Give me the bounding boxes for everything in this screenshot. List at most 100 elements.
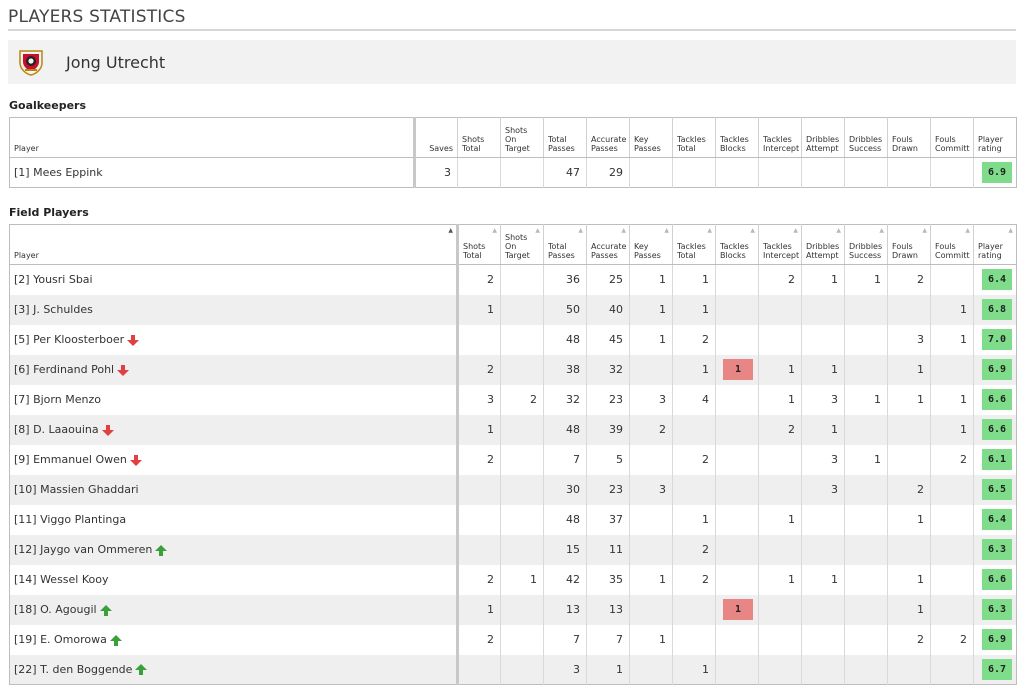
column-header-player-rating[interactable]: Player rating ▲ [973,224,1017,265]
sort-arrow-icon[interactable]: ▲ [664,228,669,234]
stat-cell-key-passes: 1 [629,324,673,355]
stat-cell-tackles-blocks [715,384,759,415]
column-header-dribbles-attempt: Dribbles Attempt [801,117,845,158]
column-header-fouls-committ[interactable]: Fouls Committ ▲ [930,224,974,265]
player-rating-cell: 6.6 [973,564,1017,595]
column-header-key-passes[interactable]: Key Passes ▲ [629,224,673,265]
player-name-link[interactable]: [7] Bjorn Menzo [14,393,101,406]
table-row: [18] O. Agougil 1 13 13 1 1 6.3 [9,594,1017,625]
column-header-label: Tackles Total [677,135,706,153]
sort-arrow-icon[interactable]: ▲ [793,228,798,234]
column-header-tackles-total[interactable]: Tackles Total ▲ [672,224,716,265]
column-header-shots-on-target[interactable]: Shots On Target ▲ [500,224,544,265]
stat-cell-dribbles-attempt: 1 [801,354,845,385]
table-row: [12] Jaygo van Ommeren 15 11 2 6.3 [9,534,1017,565]
stat-value: 2 [917,273,924,287]
stat-cell-shots-total: 2 [457,354,501,385]
stat-cell-tackles-blocks: 1 [715,354,759,385]
sort-arrow-icon[interactable]: ▲ [535,228,540,234]
sort-arrow-icon[interactable]: ▲ [879,228,884,234]
stat-cell-shots-total [457,474,501,505]
stat-cell-fouls-drawn: 2 [887,474,931,505]
player-name-link[interactable]: [5] Per Kloosterboer [14,333,124,346]
player-name-link[interactable]: [19] E. Omorowa [14,633,107,646]
stat-value: 1 [831,363,838,376]
sort-arrow-icon[interactable]: ▲ [836,228,841,234]
player-cell: [18] O. Agougil [9,594,459,625]
stat-cell-shots-on [500,534,544,565]
column-header-label: Saves [429,144,453,153]
column-header-player[interactable]: Player ▲ [9,224,459,265]
player-rating-badge: 6.6 [982,569,1012,590]
column-header-dribbles-attempt[interactable]: Dribbles Attempt ▲ [801,224,845,265]
column-header-dribbles-success: Dribbles Success [844,117,888,158]
stat-cell-key-passes [629,504,673,535]
sort-arrow-icon[interactable]: ▲ [965,228,970,234]
sort-arrow-icon[interactable]: ▲ [707,228,712,234]
column-header-fouls-drawn[interactable]: Fouls Drawn ▲ [887,224,931,265]
column-header-label: Player [14,251,39,260]
player-name-link[interactable]: [6] Ferdinand Pohl [14,363,114,376]
player-name-link[interactable]: [9] Emmanuel Owen [14,453,127,466]
player-name-link[interactable]: [14] Wessel Kooy [14,573,109,586]
stat-cell-tackles-total [672,474,716,505]
stat-value: 3 [444,166,451,179]
sort-arrow-icon[interactable]: ▲ [621,228,626,234]
stat-value: 2 [960,453,967,466]
column-header-dribbles-success[interactable]: Dribbles Success ▲ [844,224,888,265]
stat-cell-tackles-intercept [758,294,802,325]
players-statistics-page: PLAYERS STATISTICS Jong Utrecht Goalkeep… [0,0,1024,695]
player-cell: [5] Per Kloosterboer [9,324,459,355]
stat-cell-key-passes: 1 [629,564,673,595]
player-name-link[interactable]: [8] D. Laaouina [14,423,99,436]
stat-value: 5 [616,453,623,466]
player-name-link[interactable]: [3] J. Schuldes [14,303,93,316]
table-row: [2] Yousri Sbai 2 36 25 1 1 2 1 1 2 6.4 [9,264,1017,295]
stat-cell-total-passes: 47 [543,157,587,188]
tackles-blocks-badge: 1 [723,599,753,620]
stat-cell-tackles-intercept: 1 [758,354,802,385]
stat-cell-tackles-total: 4 [672,384,716,415]
player-name-link[interactable]: [10] Massien Ghaddari [14,483,139,496]
stat-cell-fouls-committed [930,157,974,188]
stat-value: 42 [566,573,580,586]
stat-cell-dribbles-attempt [801,324,845,355]
player-name-link[interactable]: [11] Viggo Plantinga [14,513,126,526]
sort-arrow-icon[interactable]: ▲ [448,228,453,234]
sort-arrow-icon[interactable]: ▲ [922,228,927,234]
stat-cell-dribbles-success [844,474,888,505]
column-header-total-passes: Total Passes [543,117,587,158]
column-header-shots-total[interactable]: Shots Total ▲ [457,224,501,265]
stat-value: 1 [917,363,924,376]
player-rating-badge: 6.1 [982,449,1012,470]
player-name-link[interactable]: [2] Yousri Sbai [14,273,93,286]
column-header-tackles-intercept: Tackles Intercept [758,117,802,158]
sort-arrow-icon[interactable]: ▲ [750,228,755,234]
column-header-label: Dribbles Success [849,135,883,153]
player-name-link[interactable]: [12] Jaygo van Ommeren [14,543,152,556]
sort-arrow-icon[interactable]: ▲ [578,228,583,234]
player-rating-cell: 6.6 [973,414,1017,445]
stat-cell-tackles-blocks [715,534,759,565]
stat-cell-shots-on [500,474,544,505]
stat-value: 2 [487,573,494,586]
player-name-link[interactable]: [18] O. Agougil [14,603,97,616]
column-header-tackles-blocks[interactable]: Tackles Blocks ▲ [715,224,759,265]
column-header-accurate-passes[interactable]: Accurate Passes ▲ [586,224,630,265]
stat-cell-fouls-committed: 1 [930,414,974,445]
stat-value: 2 [702,333,709,346]
stat-cell-tackles-blocks [715,324,759,355]
stat-cell-dribbles-success [844,324,888,355]
player-name-link[interactable]: [22] T. den Boggende [14,663,132,676]
stat-value: 1 [788,513,795,526]
sort-arrow-icon[interactable]: ▲ [1008,228,1013,234]
substitution-in-arrow-icon [99,604,112,616]
stat-cell-fouls-committed: 2 [930,624,974,655]
stat-value: 36 [566,273,580,287]
column-header-total-passes[interactable]: Total Passes ▲ [543,224,587,265]
player-name-link[interactable]: [1] Mees Eppink [14,166,103,179]
player-rating-cell: 6.4 [973,504,1017,535]
player-cell: [9] Emmanuel Owen [9,444,459,475]
sort-arrow-icon[interactable]: ▲ [492,228,497,234]
column-header-tackles-intercept[interactable]: Tackles Intercept ▲ [758,224,802,265]
